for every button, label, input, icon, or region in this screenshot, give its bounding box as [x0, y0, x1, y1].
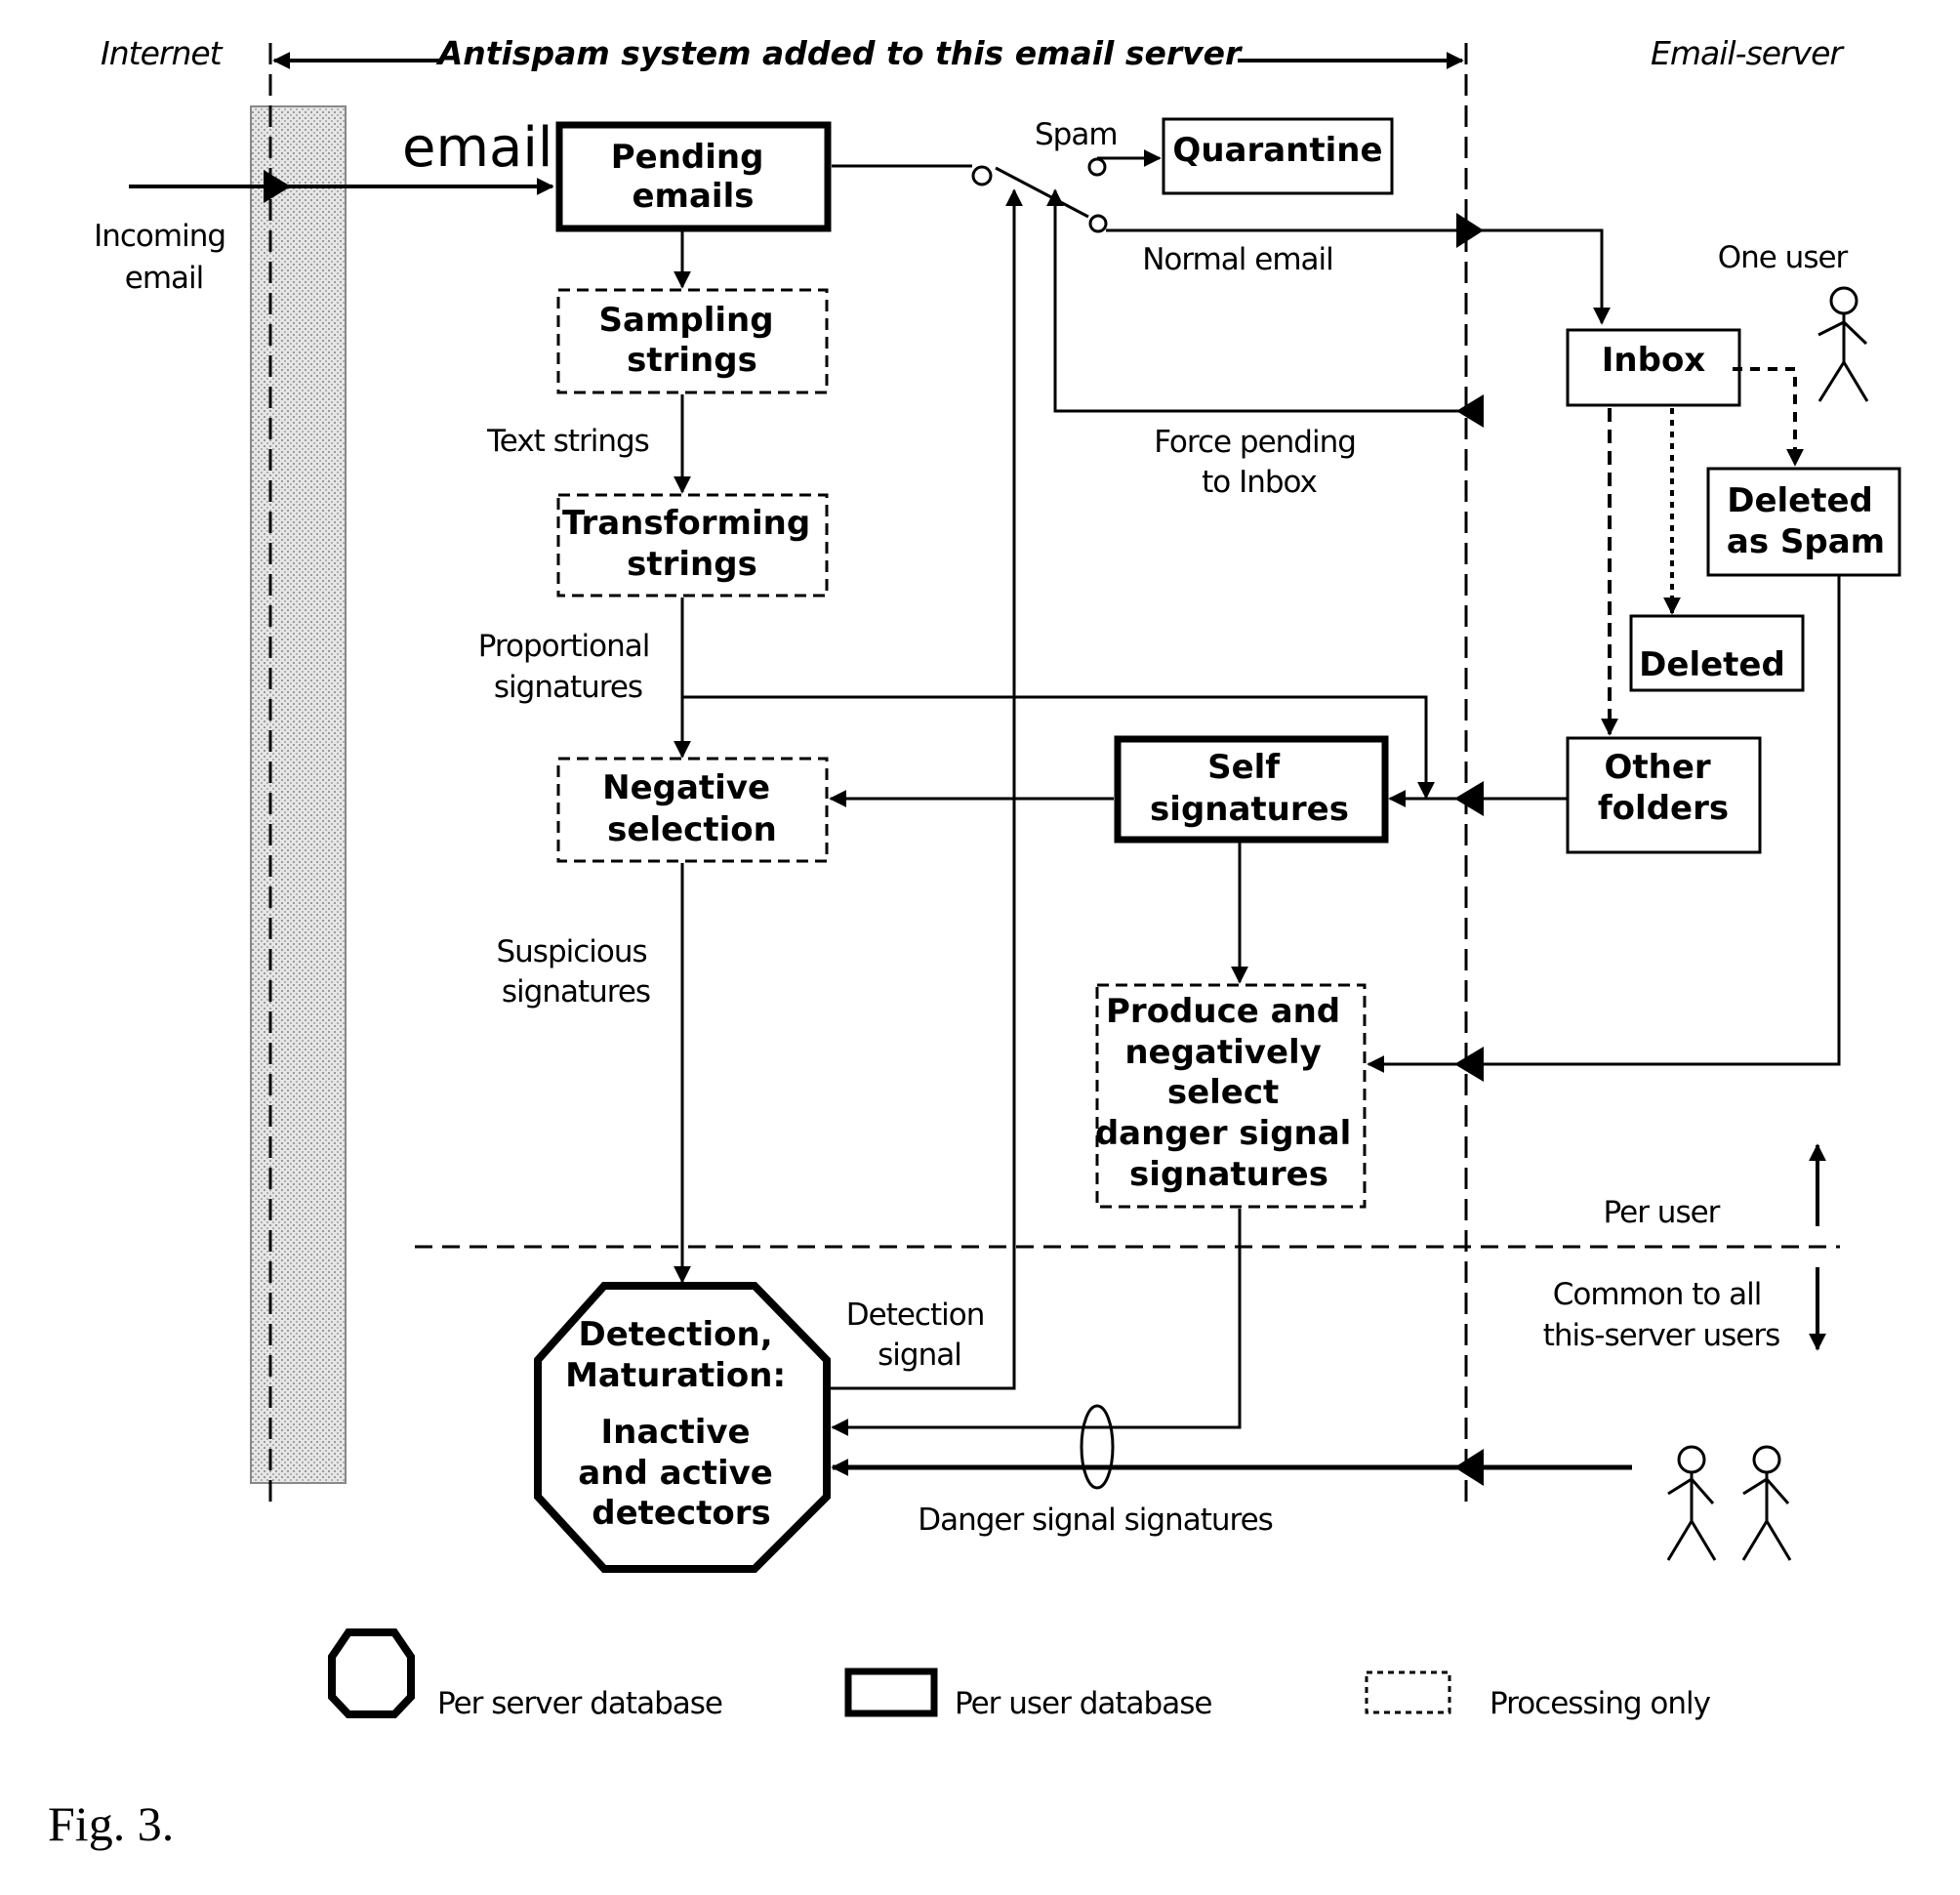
text-strings-label: Text strings	[486, 424, 649, 459]
common-to-all-label: Common to all this-server users	[1543, 1277, 1780, 1353]
boundary-arrowhead	[1454, 1047, 1484, 1082]
spam-label: Spam	[1035, 117, 1118, 152]
boundary-arrowhead	[1454, 781, 1484, 816]
other-users-icon	[1666, 1445, 1792, 1561]
force-pending-label: Force pending to Inbox	[1154, 425, 1365, 500]
one-user-label: One user	[1718, 240, 1849, 275]
boundary-arrowhead	[1456, 213, 1484, 248]
inbox-to-deleted-spam-arrow	[1733, 367, 1804, 467]
figure-caption: Fig. 3.	[48, 1796, 174, 1851]
legend-processing-box	[1365, 1670, 1451, 1714]
signature-bundle-ellipse	[1080, 1404, 1115, 1490]
switch-normal-contact	[1088, 214, 1108, 233]
deleted-label: Deleted	[1639, 645, 1785, 684]
one-user-icon	[1817, 286, 1869, 402]
legend: Per server database Per user database Pr…	[328, 1628, 1712, 1721]
quarantine-label: Quarantine	[1172, 131, 1382, 170]
email-label: email	[402, 116, 552, 180]
detection-signal-label: Detection signal	[846, 1298, 993, 1373]
legend-per-server-label: Per server database	[437, 1686, 722, 1721]
danger-signal-signatures-label: Danger signal signatures	[918, 1503, 1273, 1538]
pending-emails-label: Pending emails	[611, 138, 776, 216]
detection-signal-arrow	[829, 188, 1023, 1390]
switch-lever	[995, 166, 1089, 219]
boundary-arrowhead	[1454, 1449, 1484, 1486]
incoming-email-label: Incoming email	[94, 219, 234, 296]
force-pending-arrow	[1046, 188, 1464, 413]
legend-per-user-label: Per user database	[955, 1686, 1211, 1721]
internet-boundary-band	[250, 105, 347, 1484]
internet-label: Internet	[101, 34, 224, 72]
legend-processing-label: Processing only	[1490, 1686, 1711, 1721]
antispam-system-label: Antispam system added to this email serv…	[435, 34, 1243, 72]
normal-email-label: Normal email	[1142, 242, 1333, 277]
boundary-arrowhead	[1456, 394, 1484, 428]
email-server-label: Email-server	[1651, 34, 1845, 72]
inbox-label: Inbox	[1602, 341, 1706, 380]
switch-pivot	[971, 165, 993, 186]
switch-spam-contact	[1087, 157, 1107, 177]
antispam-system-diagram: Internet Antispam system added to this e…	[48, 34, 1901, 1851]
legend-per-user-box	[844, 1668, 938, 1717]
suspicious-signatures-label: Suspicious signatures	[496, 934, 655, 1009]
per-user-label: Per user	[1604, 1195, 1721, 1230]
proportional-signatures-label: Proportional signatures	[478, 629, 658, 705]
legend-per-server-octagon	[328, 1628, 415, 1718]
sampling-strings-label: Sampling strings	[599, 301, 786, 380]
